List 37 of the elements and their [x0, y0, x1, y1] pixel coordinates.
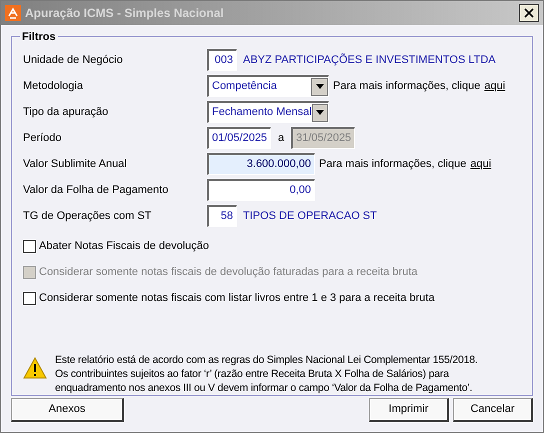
close-button[interactable]: [519, 4, 539, 22]
close-icon: [524, 8, 534, 18]
amount-field[interactable]: 3.600.000,00: [207, 153, 315, 175]
amount-field[interactable]: 0,00: [207, 179, 315, 201]
dropdown-arrow-icon: [316, 110, 324, 115]
dialog-button[interactable]: Cancelar: [453, 398, 533, 422]
checkbox-label: Considerar somente notas fiscais com listar livros entre 1 e 3 para a receita bruta: [39, 290, 435, 306]
field-label: Valor da Folha de Pagamento: [23, 182, 170, 198]
description-text: TIPOS DE OPERACAO ST: [243, 208, 377, 224]
code-field[interactable]: 58: [207, 205, 237, 227]
dropdown-arrow-icon: [316, 84, 324, 89]
field-label: Valor Sublimite Anual: [23, 156, 128, 172]
checkbox[interactable]: [23, 240, 36, 252]
field-label: Unidade de Negócio: [23, 52, 124, 68]
field-label: Período: [23, 130, 63, 146]
checkbox-label: Abater Notas Fiscais de devolução: [39, 238, 209, 254]
dialog-button[interactable]: Anexos: [11, 398, 124, 422]
notice-text: Este relatório está de acordo com as regras do Simples Nacional Lei Complementar 155/2018. Os contribuintes sujeitos ao fator ‘r’ (razão entre Receita Bruta X Folha de Salários) para enquadramento nos anexos III ou V devem informar o campo ‘Valor da Folha de Pagamento’.: [55, 353, 478, 395]
code-field[interactable]: 003: [207, 49, 237, 71]
checkbox-label: Considerar somente notas fiscais de devolução faturadas para a receita bruta: [39, 264, 418, 280]
help-link[interactable]: aqui: [484, 78, 506, 94]
field-label: Metodologia: [23, 78, 84, 94]
checkbox[interactable]: [23, 292, 36, 304]
separator-text: a: [278, 130, 284, 146]
field-label: TG de Operações com ST: [23, 208, 152, 224]
dropdown[interactable]: Fechamento Mensal: [207, 101, 329, 123]
dialog-button[interactable]: Imprimir: [369, 398, 449, 422]
date-field[interactable]: 01/05/2025: [207, 127, 271, 149]
app-icon: [5, 5, 21, 21]
warning-icon: [23, 357, 47, 379]
info-text: Para mais informações, clique: [319, 156, 466, 172]
dropdown[interactable]: Competência: [207, 75, 329, 97]
field-label: Tipo da apuração: [23, 104, 110, 120]
description-text: ABYZ PARTICIPAÇÕES E INVESTIMENTOS LTDA: [243, 52, 496, 68]
window-title: Apuração ICMS - Simples Nacional: [25, 5, 225, 22]
help-link[interactable]: aqui: [470, 156, 492, 172]
info-text: Para mais informações, clique: [333, 78, 480, 94]
